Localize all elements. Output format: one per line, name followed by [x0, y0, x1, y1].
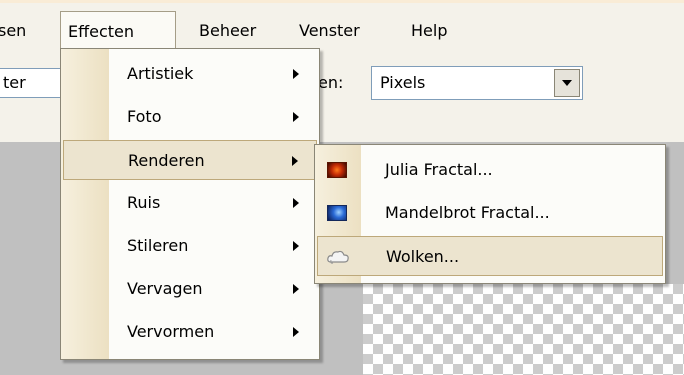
menu-bar: sen Effecten Beheer Venster Help: [0, 0, 684, 52]
effects-menu-item-foto[interactable]: Foto: [63, 97, 317, 137]
effects-menu: Artistiek Foto Renderen Ruis Stileren Ve…: [60, 48, 320, 360]
chevron-right-icon: [292, 156, 298, 166]
effects-menu-item-label: Foto: [127, 107, 162, 126]
effects-menu-item-artistiek[interactable]: Artistiek: [63, 54, 317, 94]
toolbar-text-field[interactable]: ter: [0, 68, 64, 98]
chevron-down-icon: [562, 80, 572, 86]
menu-item-venster[interactable]: Venster: [299, 17, 360, 45]
menu-item-help[interactable]: Help: [411, 17, 447, 45]
units-select[interactable]: Pixels: [371, 66, 583, 100]
render-submenu: Julia Fractal... Mandelbrot Fractal... W…: [314, 144, 666, 284]
render-submenu-item-julia-fractal[interactable]: Julia Fractal...: [317, 150, 663, 190]
menu-item-beheer[interactable]: Beheer: [199, 17, 256, 45]
render-submenu-item-label: Wolken...: [386, 247, 460, 266]
clouds-icon: [326, 248, 350, 266]
effects-menu-item-label: Stileren: [127, 236, 189, 255]
effects-menu-item-label: Vervormen: [127, 322, 215, 341]
effects-menu-item-label: Vervagen: [127, 279, 203, 298]
effects-menu-item-label: Renderen: [128, 151, 205, 170]
units-select-dropdown-button[interactable]: [554, 69, 580, 97]
render-submenu-item-wolken[interactable]: Wolken...: [317, 236, 663, 276]
units-select-value: Pixels: [380, 73, 426, 92]
menu-bar-top-border: [0, 0, 684, 3]
image-canvas[interactable]: [363, 284, 684, 375]
chevron-right-icon: [293, 284, 299, 294]
render-submenu-item-label: Julia Fractal...: [385, 160, 493, 179]
chevron-right-icon: [293, 327, 299, 337]
effects-menu-item-vervagen[interactable]: Vervagen: [63, 269, 317, 309]
julia-fractal-icon: [327, 162, 347, 178]
effects-menu-item-vervormen[interactable]: Vervormen: [63, 312, 317, 352]
effects-menu-item-ruis[interactable]: Ruis: [63, 183, 317, 223]
chevron-right-icon: [293, 241, 299, 251]
effects-menu-item-stileren[interactable]: Stileren: [63, 226, 317, 266]
effects-menu-item-label: Ruis: [127, 193, 161, 212]
effects-menu-item-label: Artistiek: [127, 64, 194, 83]
chevron-right-icon: [293, 69, 299, 79]
chevron-right-icon: [293, 198, 299, 208]
render-submenu-item-mandelbrot-fractal[interactable]: Mandelbrot Fractal...: [317, 193, 663, 233]
menu-item-aanpassen[interactable]: sen: [0, 17, 26, 45]
chevron-right-icon: [293, 112, 299, 122]
mandelbrot-fractal-icon: [327, 205, 347, 221]
menu-item-effecten[interactable]: Effecten: [60, 11, 176, 51]
effects-menu-item-renderen[interactable]: Renderen: [63, 140, 317, 180]
render-submenu-item-label: Mandelbrot Fractal...: [385, 203, 550, 222]
